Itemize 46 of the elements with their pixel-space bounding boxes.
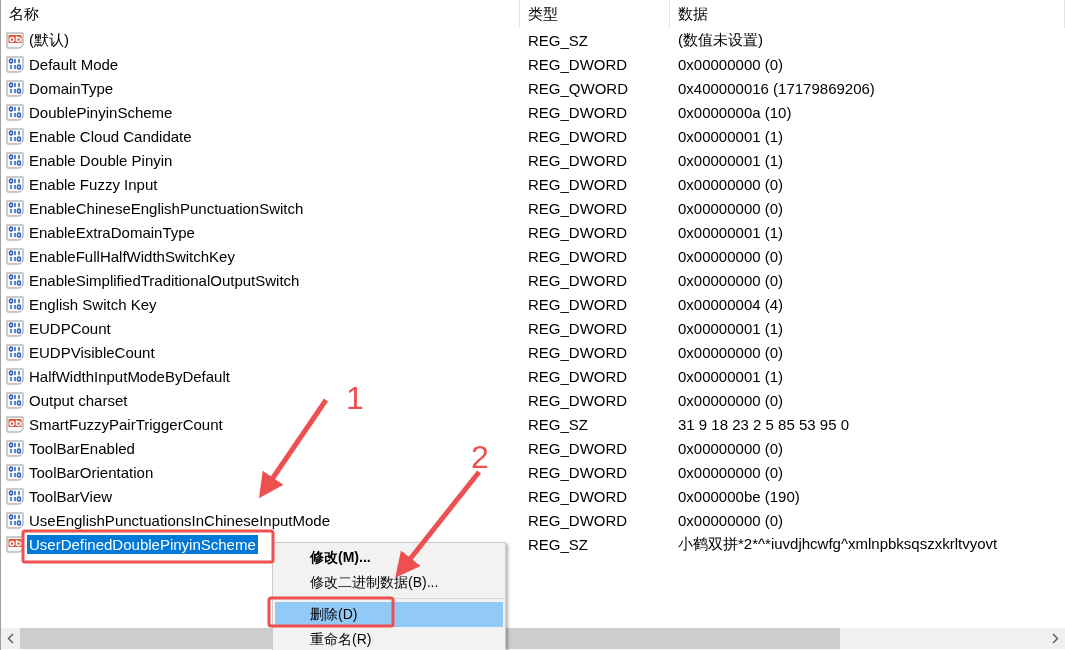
value-type: REG_DWORD bbox=[527, 438, 629, 459]
value-type: REG_SZ bbox=[527, 30, 589, 51]
value-data: 0x00000000 (0) bbox=[677, 270, 785, 291]
value-type: REG_DWORD bbox=[527, 246, 629, 267]
value-data: 0x00000001 (1) bbox=[677, 150, 785, 171]
value-type: REG_DWORD bbox=[527, 366, 629, 387]
callout-number: 1 bbox=[346, 382, 364, 414]
value-data: 0x00000001 (1) bbox=[677, 366, 785, 387]
value-data: 0x00000000 (0) bbox=[677, 174, 785, 195]
value-type: REG_DWORD bbox=[527, 198, 629, 219]
value-type: REG_SZ bbox=[527, 414, 589, 435]
value-data: (数值未设置) bbox=[677, 29, 764, 50]
value-data: 0x00000000 (0) bbox=[677, 390, 785, 411]
value-data: 0x00000000 (0) bbox=[677, 246, 785, 267]
value-type: REG_DWORD bbox=[527, 102, 629, 123]
value-data: 0x00000001 (1) bbox=[677, 318, 785, 339]
value-type: REG_DWORD bbox=[527, 150, 629, 171]
value-data: 31 9 18 23 2 5 85 53 95 0 bbox=[677, 414, 850, 435]
value-data: 0x0000000a (10) bbox=[677, 102, 793, 123]
value-type: REG_SZ bbox=[527, 534, 589, 555]
value-type: REG_DWORD bbox=[527, 270, 629, 291]
value-type: REG_QWORD bbox=[527, 78, 629, 99]
value-data: 0x00000000 (0) bbox=[677, 342, 785, 363]
value-data: 0x00000000 (0) bbox=[677, 510, 785, 531]
value-type: REG_DWORD bbox=[527, 54, 629, 75]
value-data: 0x00000001 (1) bbox=[677, 126, 785, 147]
value-type: REG_DWORD bbox=[527, 222, 629, 243]
value-data: 0x400000016 (17179869206) bbox=[677, 78, 876, 99]
value-data: 0x00000000 (0) bbox=[677, 198, 785, 219]
value-data: 0x000000be (190) bbox=[677, 486, 801, 507]
value-data: 0x00000000 (0) bbox=[677, 54, 785, 75]
value-data: 小鹤双拼*2*^*iuvdjhcwfg^xmlnpbksqszxkrltvyovt bbox=[677, 533, 999, 554]
value-data: 0x00000000 (0) bbox=[677, 462, 785, 483]
value-type: REG_DWORD bbox=[527, 510, 629, 531]
value-type: REG_DWORD bbox=[527, 390, 629, 411]
value-type: REG_DWORD bbox=[527, 318, 629, 339]
value-data: 0x00000000 (0) bbox=[677, 438, 785, 459]
value-type: REG_DWORD bbox=[527, 342, 629, 363]
value-type: REG_DWORD bbox=[527, 126, 629, 147]
value-type: REG_DWORD bbox=[527, 462, 629, 483]
value-type: REG_DWORD bbox=[527, 486, 629, 507]
value-data: 0x00000004 (4) bbox=[677, 294, 785, 315]
value-data: 0x00000001 (1) bbox=[677, 222, 785, 243]
value-type: REG_DWORD bbox=[527, 294, 629, 315]
value-type: REG_DWORD bbox=[527, 174, 629, 195]
callout-number: 2 bbox=[471, 441, 489, 473]
